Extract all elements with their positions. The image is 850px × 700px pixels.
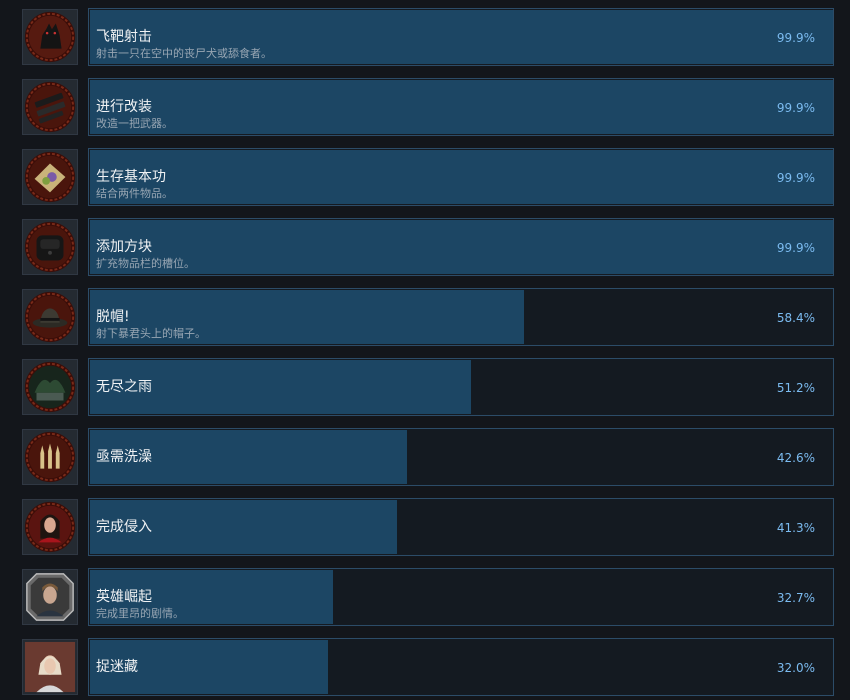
achievement-title: 进行改装: [96, 99, 152, 115]
unlock-percentage: 99.9%: [776, 101, 815, 115]
progress-bar: 添加方块扩充物品栏的槽位。 99.9%: [88, 218, 834, 276]
progress-bar: 飞靶射击射击一只在空中的丧尸犬或舔食者。 99.9%: [88, 8, 834, 66]
progress-fill: [90, 150, 833, 204]
unlock-percentage: 58.4%: [776, 311, 815, 325]
achievement-title: 完成侵入: [96, 519, 152, 535]
achievement-description: 结合两件物品。: [96, 187, 173, 200]
progress-fill: [90, 220, 833, 274]
achievement-description: 改造一把武器。: [96, 117, 173, 130]
progress-bar: 无尽之雨 51.2%: [88, 358, 834, 416]
unlock-percentage: 32.0%: [776, 661, 815, 675]
plant-monster-icon: [22, 359, 78, 415]
achievement-description: 射下暴君头上的帽子。: [96, 327, 206, 340]
achievement-row[interactable]: 脱帽! 射下暴君头上的帽子。 58.4%: [0, 288, 850, 346]
achievement-row[interactable]: 无尽之雨 51.2%: [0, 358, 850, 416]
achievement-row[interactable]: 英雄崛起完成里昂的剧情。 32.7%: [0, 568, 850, 626]
achievement-description: 完成里昂的剧情。: [96, 607, 184, 620]
leon-portrait-icon: [22, 569, 78, 625]
progress-fill: [90, 80, 833, 134]
progress-bar: 生存基本功结合两件物品。 99.9%: [88, 148, 834, 206]
ada-portrait-icon: [22, 499, 78, 555]
unlock-percentage: 42.6%: [776, 451, 815, 465]
achievement-row[interactable]: 生存基本功结合两件物品。 99.9%: [0, 148, 850, 206]
unlock-percentage: 41.3%: [776, 521, 815, 535]
unlock-percentage: 32.7%: [776, 591, 815, 605]
achievement-row[interactable]: 亟需洗澡 42.6%: [0, 428, 850, 486]
achievement-row[interactable]: 完成侵入 41.3%: [0, 498, 850, 556]
dog-icon: [22, 9, 78, 65]
achievement-title: 脱帽!: [96, 309, 130, 325]
achievement-title: 添加方块: [96, 239, 152, 255]
unlock-percentage: 99.9%: [776, 171, 815, 185]
achievement-row[interactable]: 捉迷藏 32.0%: [0, 638, 850, 696]
sherry-portrait-icon: [22, 639, 78, 695]
unlock-percentage: 99.9%: [776, 241, 815, 255]
achievement-title: 生存基本功: [96, 169, 166, 185]
unlock-percentage: 51.2%: [776, 381, 815, 395]
achievement-row[interactable]: 飞靶射击射击一只在空中的丧尸犬或舔食者。 99.9%: [0, 8, 850, 66]
achievement-list: 飞靶射击射击一只在空中的丧尸犬或舔食者。 99.9% 进行改装改造一把武器。 99.…: [0, 0, 850, 700]
achievement-title: 英雄崛起: [96, 589, 152, 605]
unlock-percentage: 99.9%: [776, 31, 815, 45]
achievement-description: 射击一只在空中的丧尸犬或舔食者。: [96, 47, 272, 60]
achievement-title: 无尽之雨: [96, 379, 152, 395]
weapon-parts-icon: [22, 79, 78, 135]
achievement-row[interactable]: 进行改装改造一把武器。 99.9%: [0, 78, 850, 136]
achievement-title: 飞靶射击: [96, 29, 152, 45]
progress-bar: 英雄崛起完成里昂的剧情。 32.7%: [88, 568, 834, 626]
progress-bar: 捉迷藏 32.0%: [88, 638, 834, 696]
progress-bar: 脱帽! 射下暴君头上的帽子。 58.4%: [88, 288, 834, 346]
herb-icon: [22, 149, 78, 205]
progress-bar: 完成侵入 41.3%: [88, 498, 834, 556]
hip-pouch-icon: [22, 219, 78, 275]
hat-icon: [22, 289, 78, 345]
achievement-title: 亟需洗澡: [96, 449, 152, 465]
achievement-title: 捉迷藏: [96, 659, 138, 675]
chess-pieces-icon: [22, 429, 78, 485]
achievement-description: 扩充物品栏的槽位。: [96, 257, 195, 270]
achievement-row[interactable]: 添加方块扩充物品栏的槽位。 99.9%: [0, 218, 850, 276]
progress-bar: 亟需洗澡 42.6%: [88, 428, 834, 486]
progress-bar: 进行改装改造一把武器。 99.9%: [88, 78, 834, 136]
